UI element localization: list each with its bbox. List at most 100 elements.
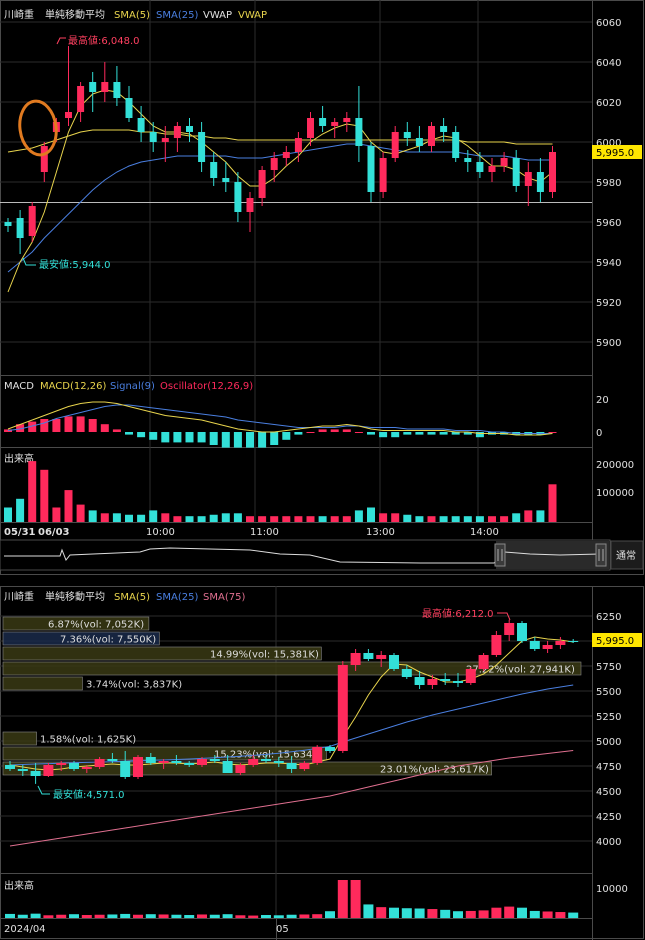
oscillator-bar bbox=[246, 432, 254, 448]
oscillator-bar bbox=[100, 424, 109, 432]
mode-button[interactable]: 通常 bbox=[610, 540, 644, 570]
daily-candle bbox=[312, 745, 323, 765]
daily-volume-bar bbox=[133, 914, 143, 918]
range-navigator[interactable] bbox=[0, 539, 611, 571]
volume-tick-100000: 100000 bbox=[596, 488, 634, 499]
oscillator-bar bbox=[318, 429, 327, 432]
volume-profile-bar: 3.74%(vol: 3,837K) bbox=[2, 676, 182, 691]
daily-volume-bar bbox=[5, 913, 15, 918]
oscillator-bar bbox=[342, 429, 351, 432]
intraday-y-tick: 6060 bbox=[596, 18, 621, 29]
volume-bar bbox=[427, 516, 436, 522]
oscillator-bar bbox=[52, 419, 61, 432]
volume-bar bbox=[306, 516, 315, 522]
daily-volume-bar bbox=[120, 913, 131, 918]
candle bbox=[40, 142, 48, 182]
daily-candle bbox=[555, 637, 566, 649]
time-label-1100: 11:00 bbox=[250, 527, 279, 538]
volume-profile-label: 15.23%(vol: 15,634K) bbox=[214, 750, 323, 761]
candle bbox=[488, 158, 496, 182]
candle bbox=[101, 62, 109, 102]
daily-volume-bar bbox=[248, 915, 259, 918]
daily-volume-bar bbox=[517, 907, 527, 918]
daily-volume-bar bbox=[43, 915, 54, 918]
daily-candle bbox=[529, 637, 540, 651]
oscillator-bar bbox=[306, 432, 315, 433]
volume-bar bbox=[439, 516, 448, 522]
volume-bar bbox=[536, 510, 545, 522]
time-label-1400: 14:00 bbox=[470, 527, 499, 538]
intraday-frame bbox=[0, 0, 644, 575]
oscillator-bar bbox=[367, 432, 375, 435]
oscillator-bar bbox=[548, 432, 557, 433]
daily-volume-bar bbox=[222, 914, 233, 918]
daily-volume-bar bbox=[312, 914, 323, 918]
candle bbox=[379, 152, 387, 198]
volume-profile-bar: 27.22%(vol: 27,941K) bbox=[2, 661, 582, 676]
oscillator-bar bbox=[76, 416, 85, 432]
daily-volume-bar bbox=[350, 880, 361, 918]
volume-bar bbox=[488, 516, 496, 522]
oscillator-bar bbox=[294, 432, 303, 435]
volume-bar bbox=[112, 513, 121, 522]
oscillator-bar bbox=[379, 432, 388, 438]
daily-volume-bar bbox=[542, 911, 553, 918]
daily-price-tag: 5,995.0 bbox=[592, 633, 642, 647]
oscillator-bar bbox=[137, 432, 146, 438]
daily-candle bbox=[133, 755, 143, 779]
daily-y-tick: 6250 bbox=[596, 612, 621, 623]
daily-y-tick: 4000 bbox=[596, 837, 621, 848]
volume-bar bbox=[221, 513, 230, 522]
candle bbox=[549, 146, 556, 198]
intraday-high-label: 最高値:6,048.0 bbox=[68, 34, 140, 47]
oscillator-bar bbox=[233, 432, 242, 448]
candle bbox=[343, 112, 351, 132]
macd-legend-macd: MACD(12,26) bbox=[40, 381, 107, 392]
candle bbox=[452, 126, 460, 162]
oscillator-bar bbox=[64, 416, 73, 432]
daily-high-marker: 最高値:6,212.0 bbox=[422, 607, 511, 621]
daily-volume-bar bbox=[286, 914, 297, 918]
oscillator-bar bbox=[427, 432, 436, 435]
volume-profile-label: 3.74%(vol: 3,837K) bbox=[86, 680, 182, 691]
intraday-y-tick: 5900 bbox=[596, 338, 621, 349]
volume-bar bbox=[209, 514, 218, 522]
volume-bar bbox=[548, 484, 557, 522]
legend-vwap-2: VWAP bbox=[238, 10, 267, 21]
volume-bar bbox=[379, 513, 388, 522]
candle bbox=[234, 172, 242, 222]
volume-profile-label: 7.36%(vol: 7,550K) bbox=[60, 635, 156, 646]
legend-sma25: SMA(25) bbox=[156, 10, 198, 21]
volume-bar bbox=[270, 516, 279, 522]
navigator-handle-right[interactable] bbox=[595, 543, 607, 567]
daily-y-tick: 4500 bbox=[596, 787, 621, 798]
volume-bar bbox=[16, 498, 25, 522]
candle bbox=[282, 146, 290, 166]
candle bbox=[186, 118, 193, 142]
volume-profile-bar: 7.36%(vol: 7,550K) bbox=[2, 631, 160, 646]
candle bbox=[149, 122, 157, 152]
intraday-panel: 606060406020600059805960594059205900 川崎重… bbox=[0, 0, 644, 575]
volume-bar bbox=[463, 516, 472, 522]
volume-bar bbox=[125, 514, 133, 522]
daily-panel: 6250600057505500525050004750450042504000… bbox=[0, 586, 644, 940]
candle bbox=[77, 82, 85, 122]
oscillator-bar bbox=[221, 432, 230, 448]
oscillator-bar bbox=[403, 432, 412, 435]
navigator-handle-left[interactable] bbox=[494, 543, 506, 567]
daily-volume-bar bbox=[529, 910, 540, 918]
daily-volume-bar bbox=[337, 880, 348, 918]
daily-volume-bar bbox=[325, 911, 335, 918]
mode-button-label[interactable]: 通常 bbox=[616, 549, 636, 562]
volume-bar bbox=[28, 461, 37, 522]
time-label-0531: 05/31 bbox=[4, 527, 36, 538]
oscillator-bar bbox=[391, 432, 400, 438]
volume-bar bbox=[330, 516, 339, 522]
daily-volume-tick-10000: 10000 bbox=[596, 884, 628, 895]
intraday-y-tick: 5960 bbox=[596, 218, 621, 229]
volume-bar bbox=[52, 507, 61, 522]
candle bbox=[500, 152, 508, 172]
daily-volume-bar bbox=[158, 914, 169, 918]
volume-profile-label: 6.87%(vol: 7,052K) bbox=[48, 620, 144, 631]
candle bbox=[222, 162, 230, 192]
